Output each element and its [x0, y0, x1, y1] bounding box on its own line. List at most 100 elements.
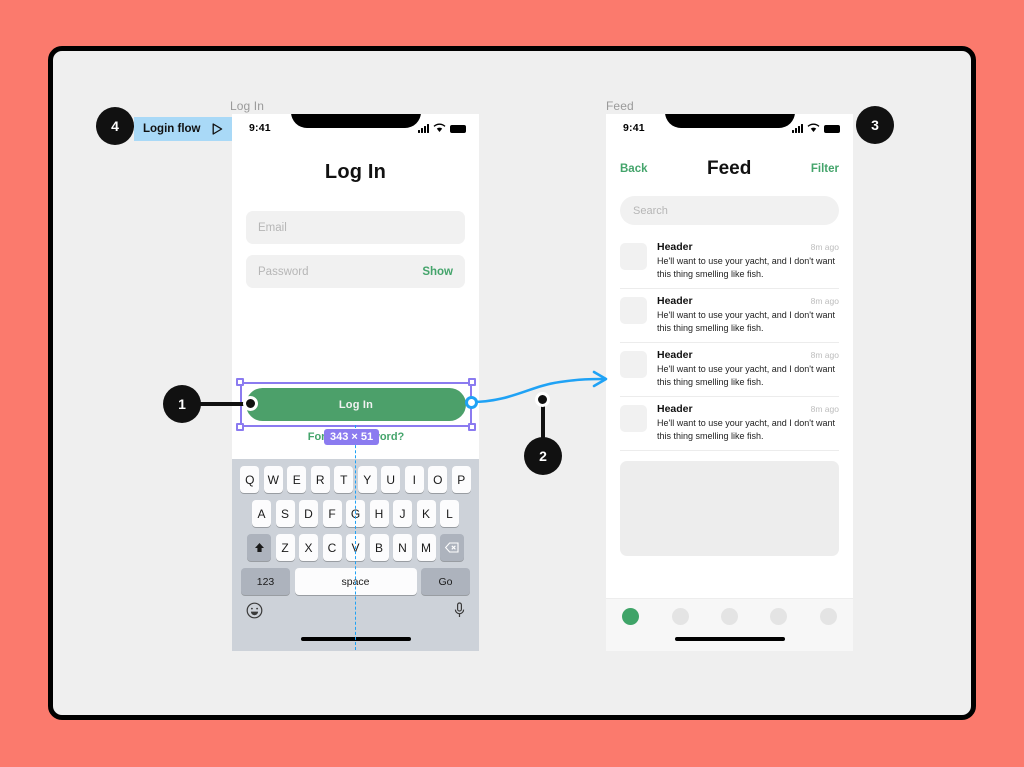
- filter-button[interactable]: Filter: [811, 163, 839, 175]
- key-q[interactable]: Q: [240, 466, 260, 493]
- login-button[interactable]: Log In: [246, 388, 466, 421]
- flow-badge-label: Login flow: [143, 123, 201, 135]
- microphone-icon[interactable]: [454, 602, 465, 623]
- tab-bar[interactable]: [606, 598, 853, 651]
- item-header: Header: [657, 241, 693, 253]
- key-o[interactable]: O: [428, 466, 448, 493]
- tab-dot-1[interactable]: [622, 608, 640, 625]
- battery-icon: [824, 125, 840, 133]
- key-e[interactable]: E: [287, 466, 307, 493]
- show-password-link[interactable]: Show: [422, 266, 453, 278]
- tab-dot-2[interactable]: [671, 608, 689, 625]
- wifi-icon: [807, 123, 820, 132]
- callout-1-anchor-dot: [243, 396, 258, 411]
- list-item[interactable]: Header 8m ago He'll want to use your yac…: [620, 343, 839, 398]
- callout-marker-2[interactable]: 2: [524, 437, 562, 475]
- callout-marker-1[interactable]: 1: [163, 385, 201, 423]
- key-p[interactable]: P: [451, 466, 471, 493]
- thumbnail-placeholder: [620, 405, 647, 433]
- notch: [664, 114, 795, 128]
- list-item[interactable]: Header 8m ago He'll want to use your yac…: [620, 235, 839, 290]
- list-item[interactable]: Header 8m ago He'll want to use your yac…: [620, 397, 839, 452]
- wifi-icon: [433, 123, 446, 132]
- key-n[interactable]: N: [393, 534, 412, 561]
- key-j[interactable]: J: [393, 500, 412, 527]
- emoji-icon[interactable]: [246, 602, 263, 623]
- callout-2-anchor-dot: [535, 392, 550, 407]
- item-text: He'll want to use your yacht, and I don'…: [657, 364, 836, 388]
- go-key[interactable]: Go: [421, 568, 470, 595]
- list-item[interactable]: Header 8m ago He'll want to use your yac…: [620, 289, 839, 344]
- search-input[interactable]: Search: [620, 196, 839, 225]
- key-c[interactable]: C: [322, 534, 342, 561]
- tab-dot-5[interactable]: [819, 608, 837, 625]
- feed-title: Feed: [707, 158, 752, 179]
- key-y[interactable]: Y: [357, 466, 377, 493]
- key-d[interactable]: D: [299, 500, 318, 527]
- key-w[interactable]: W: [263, 466, 283, 493]
- item-timestamp: 8m ago: [810, 350, 839, 361]
- key-k[interactable]: K: [416, 500, 436, 527]
- password-placeholder: Password: [258, 265, 309, 278]
- tab-dot-4[interactable]: [770, 608, 788, 625]
- thumbnail-placeholder: [620, 243, 647, 270]
- item-header: Header: [657, 349, 693, 362]
- tab-dot-3[interactable]: [720, 608, 738, 625]
- key-s[interactable]: S: [275, 500, 295, 527]
- selection-size-badge: 343 × 51: [324, 429, 380, 445]
- home-indicator: [674, 637, 785, 641]
- frame-label-feed[interactable]: Feed: [606, 99, 634, 113]
- thumbnail-placeholder: [620, 297, 647, 325]
- email-placeholder: Email: [258, 221, 287, 234]
- callout-marker-4[interactable]: 4: [96, 107, 134, 145]
- email-field[interactable]: Email: [246, 211, 465, 244]
- shift-icon[interactable]: [247, 534, 271, 561]
- login-status-bar: 9:41: [232, 114, 479, 144]
- password-field[interactable]: Password Show: [246, 255, 465, 288]
- feed-navigation-bar: Back Feed Filter: [606, 144, 853, 180]
- back-button[interactable]: Back: [620, 163, 648, 175]
- item-header: Header: [657, 403, 693, 416]
- feed-screen-frame[interactable]: 9:41 Back Feed Filter Search Header 8m a…: [606, 114, 853, 651]
- battery-icon: [450, 125, 466, 133]
- key-i[interactable]: I: [404, 466, 424, 493]
- item-text: He'll want to use your yacht, and I don'…: [657, 256, 836, 280]
- content-card-placeholder[interactable]: [620, 461, 839, 557]
- key-l[interactable]: L: [440, 500, 459, 527]
- key-m[interactable]: M: [416, 534, 436, 561]
- status-icons: [792, 123, 840, 133]
- status-icons: [418, 123, 466, 133]
- alignment-guide: [355, 425, 356, 650]
- key-a[interactable]: A: [252, 500, 271, 527]
- key-h[interactable]: H: [369, 500, 389, 527]
- key-z[interactable]: Z: [275, 534, 295, 561]
- feed-status-bar: 9:41: [606, 114, 853, 144]
- item-text: He'll want to use your yacht, and I don'…: [657, 310, 836, 334]
- key-b[interactable]: B: [369, 534, 389, 561]
- play-triangle-icon[interactable]: [212, 123, 223, 135]
- login-flow-badge[interactable]: Login flow: [134, 117, 233, 141]
- key-r[interactable]: R: [310, 466, 330, 493]
- item-timestamp: 8m ago: [810, 242, 839, 252]
- frame-label-login[interactable]: Log In: [230, 99, 264, 113]
- key-f[interactable]: F: [322, 500, 342, 527]
- item-timestamp: 8m ago: [810, 296, 839, 307]
- numbers-key[interactable]: 123: [241, 568, 290, 595]
- connector-anchor-point[interactable]: [465, 396, 478, 409]
- notch: [290, 114, 421, 128]
- signal-icon: [792, 124, 803, 133]
- key-u[interactable]: U: [381, 466, 401, 493]
- status-time: 9:41: [249, 122, 271, 134]
- signal-icon: [418, 124, 429, 133]
- login-title: Log In: [324, 161, 387, 183]
- item-header: Header: [657, 295, 693, 308]
- thumbnail-placeholder: [620, 351, 647, 379]
- key-t[interactable]: T: [334, 466, 354, 493]
- callout-marker-3[interactable]: 3: [856, 106, 894, 144]
- status-time: 9:41: [623, 122, 645, 134]
- feed-list: Header 8m ago He'll want to use your yac…: [620, 235, 839, 452]
- key-x[interactable]: X: [299, 534, 318, 561]
- backspace-icon[interactable]: [440, 534, 464, 561]
- item-text: He'll want to use your yacht, and I don'…: [657, 418, 836, 442]
- search-placeholder: Search: [633, 204, 668, 217]
